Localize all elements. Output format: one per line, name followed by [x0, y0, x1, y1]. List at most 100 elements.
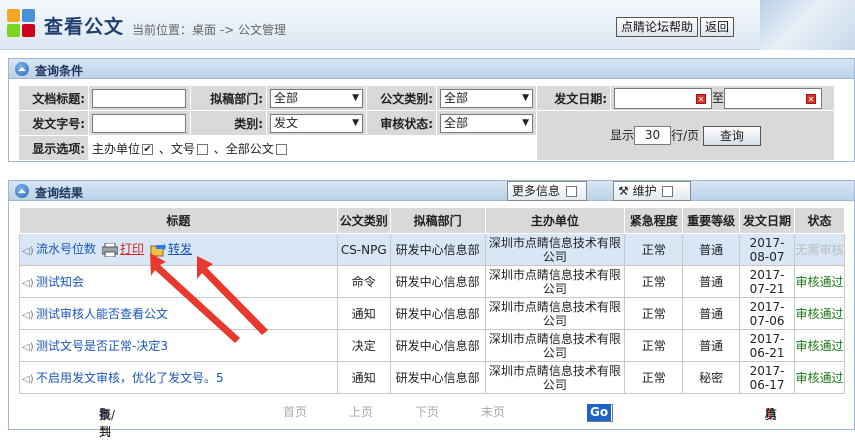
first-page-link[interactable]: 首页	[283, 403, 307, 420]
forward-link[interactable]: 转发	[168, 242, 192, 256]
cell-draft-dept: 研发中心信息部	[389, 361, 486, 394]
maintain-checkbox[interactable]	[662, 186, 674, 197]
speaker-icon: ◁)	[22, 374, 34, 385]
maintain-button[interactable]: ⚒ 维护	[613, 181, 691, 201]
cell-status: 审核通过	[794, 361, 845, 394]
cell-urgency: 正常	[624, 233, 684, 266]
table-row[interactable]: ◁) 流水号位数 打印 转发 CS-NPG 研发中心信息部 深圳市点睛信息技术有限公司…	[19, 233, 845, 266]
speaker-icon: ◁)	[22, 278, 34, 289]
clear-date-icon[interactable]: ✕	[696, 93, 706, 104]
cell-status: 审核通过	[794, 265, 845, 298]
page-title: 查看公文	[44, 16, 125, 38]
option-all-docs-checkbox[interactable]	[275, 143, 287, 155]
doc-title-link[interactable]: 不启用发文审核，优化了发文号。5	[36, 371, 224, 385]
clear-date-icon[interactable]: ✕	[806, 93, 817, 104]
dropdown-arrow-icon: ▼	[352, 92, 359, 103]
cell-urgency: 正常	[624, 361, 684, 394]
cell-host-unit: 深圳市点睛信息技术有限公司	[484, 297, 626, 330]
forum-help-button[interactable]: 点睛论坛帮助	[616, 17, 699, 37]
collapse-icon[interactable]	[15, 62, 29, 76]
date-separator: 至	[712, 90, 725, 105]
pager: 找到 5 条/共1 页 首页 上页 下页 末页 到页Go 第1/1页	[99, 403, 778, 439]
option-doc-number-checkbox[interactable]	[196, 143, 208, 155]
printer-icon[interactable]	[102, 242, 119, 257]
cell-urgency: 正常	[624, 329, 684, 362]
option-host-unit-checkbox[interactable]: ✔	[142, 143, 154, 155]
wrench-icon: ⚒	[618, 184, 629, 198]
cell-draft-dept: 研发中心信息部	[389, 297, 486, 330]
print-link[interactable]: 打印	[120, 242, 144, 256]
cell-draft-dept: 研发中心信息部	[389, 265, 486, 298]
date-to-input[interactable]: ✕	[724, 87, 823, 109]
table-row[interactable]: ◁) 不启用发文审核，优化了发文号。5 通知 研发中心信息部 深圳市点睛信息技术有…	[19, 361, 845, 394]
cell-status: 无需审核	[794, 233, 845, 266]
cell-category: 命令	[336, 265, 391, 298]
forward-icon[interactable]	[150, 242, 167, 257]
dropdown-arrow-icon: ▼	[522, 92, 529, 103]
issue-date-label: 发文日期:	[536, 85, 611, 111]
cell-date: 2017-07-21	[739, 265, 796, 298]
collapse-icon[interactable]	[15, 184, 29, 198]
cell-category: 决定	[336, 329, 391, 362]
col-importance[interactable]: 重要等级	[682, 207, 741, 234]
cell-importance: 普通	[682, 265, 741, 298]
type-select[interactable]: 发文 ▼	[270, 113, 363, 133]
show-label: 显示	[610, 128, 635, 142]
query-button[interactable]: 查询	[702, 125, 761, 146]
cell-date: 2017-06-17	[739, 361, 796, 394]
doc-title-link[interactable]: 测试文号是否正常-决定3	[36, 339, 168, 353]
cell-draft-dept: 研发中心信息部	[389, 329, 486, 362]
doc-title-link[interactable]: 流水号位数	[36, 242, 96, 256]
prev-page-link[interactable]: 上页	[349, 403, 373, 420]
date-from-input[interactable]: ✕	[614, 87, 712, 109]
next-page-link[interactable]: 下页	[415, 403, 439, 420]
table-row[interactable]: ◁) 测试知会 命令 研发中心信息部 深圳市点睛信息技术有限公司 正常 普通 20…	[19, 265, 845, 298]
col-category[interactable]: 公文类别	[336, 207, 391, 234]
cell-host-unit: 深圳市点睛信息技术有限公司	[484, 265, 626, 298]
draft-dept-select[interactable]: 全部 ▼	[270, 88, 363, 108]
result-panel-title: 查询结果	[35, 186, 84, 200]
cell-date: 2017-07-06	[739, 297, 796, 330]
cell-importance: 秘密	[682, 361, 741, 394]
col-urgency[interactable]: 紧急程度	[624, 207, 684, 234]
option-doc-number-label: 、文号	[158, 141, 195, 156]
cell-importance: 普通	[682, 297, 741, 330]
more-info-button[interactable]: 更多信息	[507, 181, 587, 201]
dropdown-arrow-icon: ▼	[352, 117, 359, 128]
header-banner-image	[760, 0, 855, 50]
table-row[interactable]: ◁) 测试审核人能否查看公文 通知 研发中心信息部 深圳市点睛信息技术有限公司 正…	[19, 297, 845, 330]
col-status[interactable]: 状态	[794, 207, 845, 234]
query-form: 文档标题: 拟稿部门: 全部 ▼ 公文类别: 全部 ▼ 发文日期: ✕ 至 ✕ 发文字号…	[18, 85, 835, 161]
back-button[interactable]: 返回	[700, 17, 735, 37]
result-panel: 查询结果 更多信息 ⚒ 维护 标题 公文类别 拟稿部门 主办单位 紧急程度 重要…	[8, 180, 855, 439]
last-page-link[interactable]: 末页	[481, 403, 505, 420]
result-panel-header: 查询结果 更多信息 ⚒ 维护	[9, 181, 854, 201]
doc-title-link[interactable]: 测试知会	[36, 275, 84, 289]
cell-category: 通知	[336, 297, 391, 330]
col-date[interactable]: 发文日期	[739, 207, 796, 234]
col-draft-dept[interactable]: 拟稿部门	[389, 207, 486, 234]
query-panel-title: 查询条件	[35, 64, 84, 78]
go-button[interactable]: Go	[587, 404, 612, 421]
cell-date: 2017-06-21	[739, 329, 796, 362]
option-host-unit-label: 主办单位	[92, 141, 141, 156]
app-logo-icon	[7, 9, 35, 37]
speaker-icon: ◁)	[22, 310, 34, 321]
cell-category: 通知	[336, 361, 391, 394]
results-table: 标题 公文类别 拟稿部门 主办单位 紧急程度 重要等级 发文日期 状态 ◁) 流水…	[19, 207, 845, 394]
doc-title-link[interactable]: 测试审核人能否查看公文	[36, 307, 168, 321]
cell-status: 审核通过	[794, 297, 845, 330]
table-row[interactable]: ◁) 测试文号是否正常-决定3 决定 研发中心信息部 深圳市点睛信息技术有限公司 …	[19, 329, 845, 362]
more-info-checkbox[interactable]	[565, 186, 577, 197]
table-header: 标题 公文类别 拟稿部门 主办单位 紧急程度 重要等级 发文日期 状态	[19, 207, 845, 234]
doc-category-select[interactable]: 全部 ▼	[440, 88, 533, 108]
page-size-input[interactable]: 30	[634, 126, 672, 145]
col-host-unit[interactable]: 主办单位	[484, 207, 626, 234]
cell-draft-dept: 研发中心信息部	[389, 233, 486, 266]
review-status-select[interactable]: 全部 ▼	[440, 113, 533, 133]
doc-title-input[interactable]	[92, 88, 186, 108]
doc-number-input[interactable]	[92, 113, 186, 133]
speaker-icon: ◁)	[22, 245, 34, 257]
col-title[interactable]: 标题	[19, 207, 338, 234]
header-bar: 查看公文 当前位置：桌面 -> 公文管理 点睛论坛帮助 返回	[0, 0, 855, 50]
